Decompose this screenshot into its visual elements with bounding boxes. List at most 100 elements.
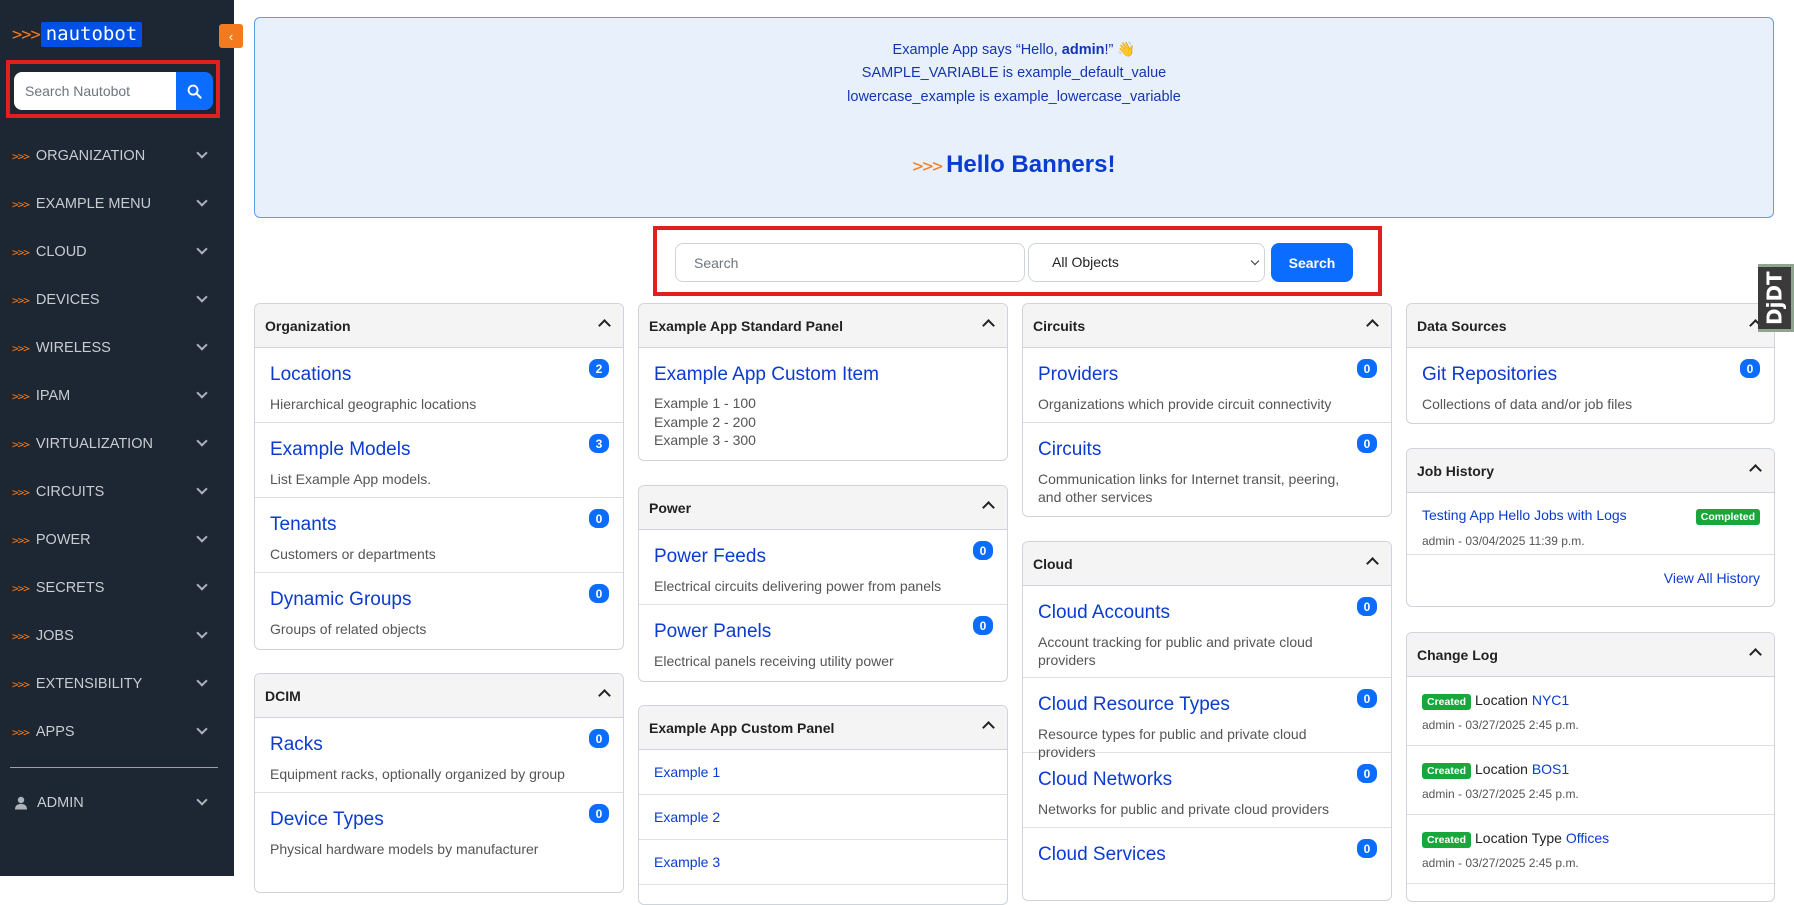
panel-item-git-repositories: Git Repositories Collections of data and/…: [1407, 348, 1774, 423]
sidebar-item-extensibility[interactable]: >>> EXTENSIBILITY: [0, 660, 234, 708]
job-link[interactable]: Testing App Hello Jobs with Logs: [1422, 507, 1627, 523]
item-link[interactable]: Cloud Networks: [1038, 769, 1172, 791]
object-link[interactable]: NYC1: [1532, 692, 1569, 708]
item-link[interactable]: Tenants: [270, 514, 337, 536]
panel-item-power-feeds: Power Feeds Electrical circuits deliverin…: [639, 530, 1007, 605]
example-link[interactable]: Example 2: [639, 795, 1007, 840]
item-link[interactable]: Cloud Services: [1038, 844, 1166, 866]
chevron-up-icon[interactable]: [982, 721, 995, 734]
chevron-down-icon: [196, 435, 208, 447]
action-badge: Created: [1422, 694, 1472, 710]
nautobot-logo[interactable]: >>> nautobot: [12, 22, 143, 47]
sidebar-item-organization[interactable]: >>> ORGANIZATION: [0, 132, 234, 180]
chevron-up-icon[interactable]: [1749, 648, 1762, 661]
item-link[interactable]: Power Feeds: [654, 546, 766, 568]
panel-cloud: Cloud Cloud Accounts Account tracking for…: [1022, 541, 1392, 901]
panel-title: Example App Custom Panel: [649, 719, 835, 736]
count-badge: 0: [1357, 839, 1377, 858]
item-link[interactable]: Circuits: [1038, 439, 1101, 461]
count-badge: 2: [589, 359, 609, 378]
sidebar-item-power[interactable]: >>> POWER: [0, 516, 234, 564]
panel-header: Power: [639, 486, 1007, 530]
panel-title: Power: [649, 499, 692, 516]
item-link[interactable]: Locations: [270, 364, 351, 386]
chevron-up-icon[interactable]: [598, 689, 611, 702]
panel-item-cloud-services: Cloud Services 0: [1023, 828, 1391, 900]
object-link[interactable]: Offices: [1566, 830, 1609, 846]
object-link[interactable]: BOS1: [1532, 761, 1569, 777]
count-badge: 0: [1740, 359, 1760, 378]
sidebar-item-wireless[interactable]: >>> WIRELESS: [0, 324, 234, 372]
panel-item-circuits: Circuits Communication links for Internet…: [1023, 423, 1391, 515]
panel-organization: Organization Locations Hierarchical geogr…: [254, 303, 624, 650]
panel-title: DCIM: [265, 687, 301, 704]
item-link[interactable]: Racks: [270, 734, 323, 756]
change-log-entry: Created Location Type Offices admin - 03…: [1407, 815, 1774, 884]
view-all-history-link[interactable]: View All History: [1664, 570, 1760, 586]
panel-job-history: Job History Testing App Hello Jobs with …: [1406, 448, 1775, 607]
item-link[interactable]: Cloud Resource Types: [1038, 694, 1230, 716]
count-badge: 0: [1357, 597, 1377, 616]
banner-lowercase-example: lowercase_example is example_lowercase_v…: [847, 89, 1181, 105]
chevron-down-icon: [196, 675, 208, 687]
chevron-down-icon: [196, 387, 208, 399]
panel-change-log: Change Log Created Location NYC1 admin -…: [1406, 632, 1775, 902]
item-link[interactable]: Example App Custom Item: [654, 364, 879, 386]
item-link[interactable]: Power Panels: [654, 621, 771, 643]
sidebar-item-admin[interactable]: ADMIN: [0, 779, 234, 827]
sidebar-item-ipam[interactable]: >>> IPAM: [0, 372, 234, 420]
item-link[interactable]: Cloud Accounts: [1038, 602, 1170, 624]
chevron-up-icon[interactable]: [598, 319, 611, 332]
sidebar-collapse-button[interactable]: ‹: [219, 24, 243, 48]
sidebar-item-label: CIRCUITS: [35, 484, 105, 500]
item-link[interactable]: Git Repositories: [1422, 364, 1557, 386]
sidebar-item-secrets[interactable]: >>> SECRETS: [0, 564, 234, 612]
sidebar-item-virtualization[interactable]: >>> VIRTUALIZATION: [0, 420, 234, 468]
item-link[interactable]: Example Models: [270, 439, 410, 461]
sidebar-item-devices[interactable]: >>> DEVICES: [0, 276, 234, 324]
panel-item-racks: Racks Equipment racks, optionally organiz…: [255, 718, 623, 793]
banner-greeting-pre: Example App says “Hello,: [892, 42, 1062, 58]
panel-header: Example App Custom Panel: [639, 706, 1007, 750]
count-badge: 0: [1357, 764, 1377, 783]
chevron-up-icon[interactable]: [982, 319, 995, 332]
chevrons-icon: >>>: [12, 629, 30, 643]
panel-item-dynamic-groups: Dynamic Groups Groups of related objects 0: [255, 573, 623, 648]
chevron-up-icon[interactable]: [1366, 557, 1379, 570]
logo-name: nautobot: [40, 22, 143, 47]
chevron-left-icon: ‹: [228, 28, 234, 44]
sidebar-item-cloud[interactable]: >>> CLOUD: [0, 228, 234, 276]
object-type-select[interactable]: All Objects: [1028, 243, 1265, 282]
global-search-input[interactable]: [675, 243, 1025, 282]
sidebar-item-circuits[interactable]: >>> CIRCUITS: [0, 468, 234, 516]
sidebar-search-input[interactable]: [14, 72, 177, 110]
change-log-entry: Created Location NYC1 admin - 03/27/2025…: [1407, 677, 1774, 746]
sidebar-search-button[interactable]: [176, 72, 213, 110]
change-log-meta: admin - 03/27/2025 2:45 p.m.: [1422, 787, 1579, 801]
change-log-meta: admin - 03/27/2025 2:45 p.m.: [1422, 856, 1579, 870]
panel-title: Organization: [265, 317, 351, 334]
sidebar-item-example-menu[interactable]: >>> EXAMPLE MENU: [0, 180, 234, 228]
item-link[interactable]: Dynamic Groups: [270, 589, 412, 611]
item-link[interactable]: Device Types: [270, 809, 384, 831]
sidebar-item-label: JOBS: [35, 628, 74, 644]
chevron-up-icon[interactable]: [1749, 464, 1762, 477]
chevron-up-icon[interactable]: [982, 501, 995, 514]
chevron-up-icon[interactable]: [1366, 319, 1379, 332]
sidebar-item-apps[interactable]: >>> APPS: [0, 708, 234, 756]
count-badge: 0: [589, 804, 609, 823]
example-link[interactable]: Example 3: [639, 840, 1007, 885]
panel-header: Job History: [1407, 449, 1774, 493]
panel-dcim: DCIM Racks Equipment racks, optionally or…: [254, 673, 624, 893]
debug-toolbar-handle[interactable]: DjDT: [1758, 264, 1794, 332]
sidebar-item-label: DEVICES: [35, 292, 100, 308]
chevrons-icon: >>>: [12, 581, 30, 595]
panel-item-device-types: Device Types Physical hardware models by …: [255, 793, 623, 868]
count-badge: 0: [589, 729, 609, 748]
item-link[interactable]: Providers: [1038, 364, 1118, 386]
global-search-button[interactable]: Search: [1271, 243, 1353, 282]
chevron-down-icon: [196, 579, 208, 591]
sidebar-item-jobs[interactable]: >>> JOBS: [0, 612, 234, 660]
example-link[interactable]: Example 1: [639, 750, 1007, 795]
object-type: Location: [1475, 761, 1528, 777]
